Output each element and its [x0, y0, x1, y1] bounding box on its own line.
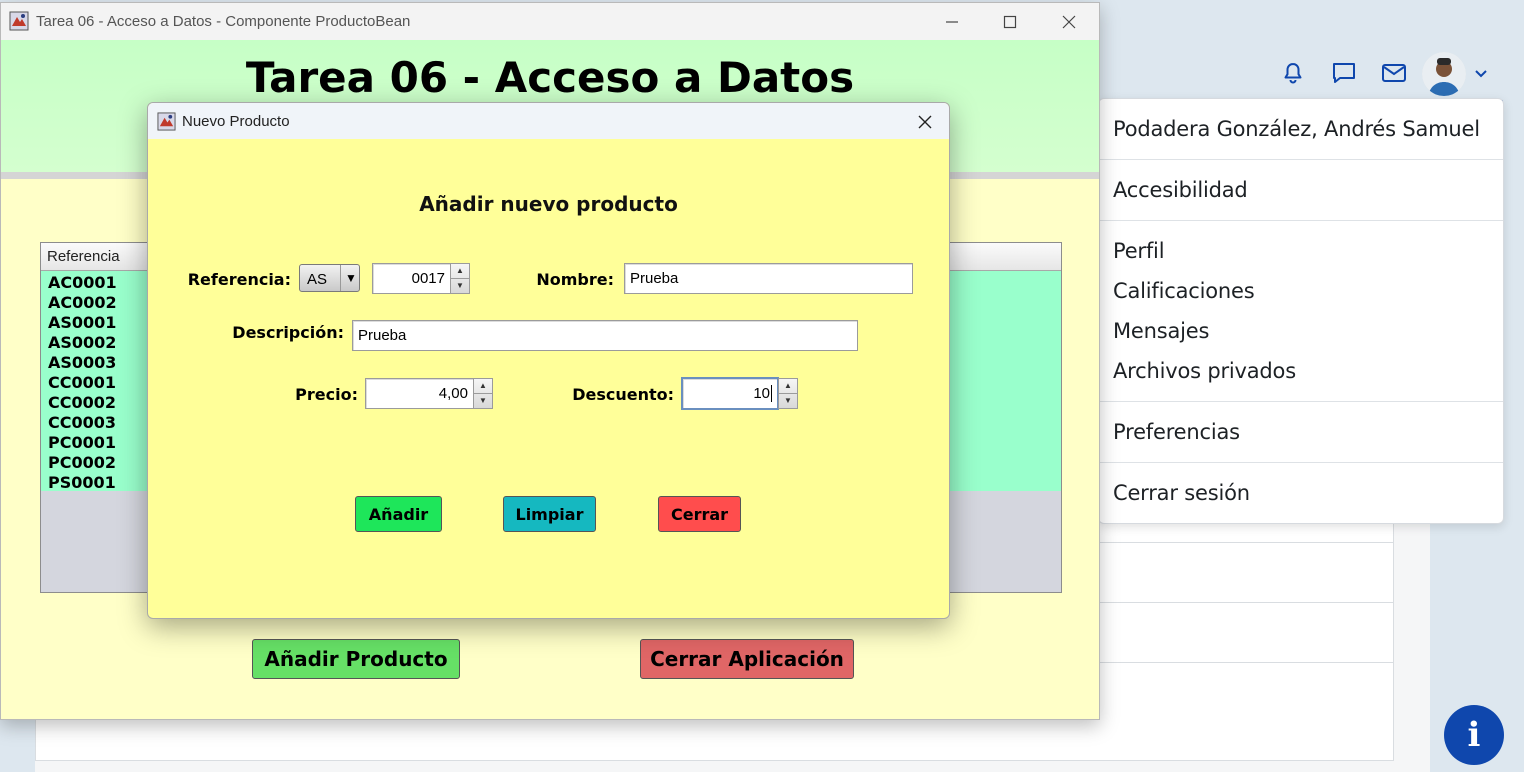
descripcion-label: Descripción: [232, 323, 344, 342]
precio-stepper[interactable]: ▲ ▼ [473, 378, 493, 409]
table-row[interactable]: AS0002 [48, 333, 116, 352]
referencia-number-field[interactable]: 0017 [372, 263, 451, 294]
menu-item-perfil[interactable]: Perfil [1113, 239, 1165, 263]
new-product-dialog: Nuevo Producto Añadir nuevo producto Ref… [147, 102, 950, 619]
referencia-prefix-select[interactable]: AS ▼ [299, 264, 360, 292]
table-row[interactable]: CC0002 [48, 393, 116, 412]
stepper-down-icon[interactable]: ▼ [474, 394, 492, 409]
mail-icon[interactable] [1381, 60, 1407, 86]
minimize-icon[interactable] [923, 3, 981, 40]
close-icon[interactable] [912, 109, 938, 135]
dialog-title: Nuevo Producto [182, 113, 290, 130]
table-row[interactable]: AC0001 [48, 273, 117, 292]
stepper-up-icon[interactable]: ▲ [451, 264, 469, 279]
precio-value: 4,00 [438, 385, 468, 402]
dialog-heading: Añadir nuevo producto [419, 192, 678, 216]
dialog-titlebar[interactable]: Nuevo Producto [148, 103, 949, 139]
stepper-up-icon[interactable]: ▲ [474, 379, 492, 394]
app-icon [9, 11, 29, 31]
chevron-down-icon[interactable]: ▼ [340, 265, 361, 291]
table-row[interactable]: AS0001 [48, 313, 116, 332]
window-title: Tarea 06 - Acceso a Datos - Componente P… [36, 13, 411, 30]
descuento-label: Descuento: [572, 385, 674, 404]
menu-item-archivos-privados[interactable]: Archivos privados [1113, 359, 1296, 383]
referencia-number-stepper[interactable]: ▲ ▼ [450, 263, 470, 294]
page-title: Tarea 06 - Acceso a Datos [245, 53, 855, 102]
stepper-down-icon[interactable]: ▼ [451, 279, 469, 294]
precio-field[interactable]: 4,00 [365, 378, 474, 409]
descuento-value: 10 [753, 385, 770, 402]
text-cursor [771, 385, 772, 402]
descripcion-value: Prueba [358, 327, 407, 344]
stepper-down-icon[interactable]: ▼ [779, 394, 797, 409]
menu-item-preferencias[interactable]: Preferencias [1113, 420, 1240, 444]
app-icon [157, 112, 176, 131]
web-content-bottom [35, 718, 1393, 761]
table-row[interactable]: AC0002 [48, 293, 117, 312]
menu-divider [1099, 159, 1503, 160]
main-titlebar[interactable]: Tarea 06 - Acceso a Datos - Componente P… [1, 3, 1099, 40]
chevron-down-icon[interactable] [1474, 66, 1488, 80]
column-header-referencia[interactable]: Referencia [47, 248, 120, 265]
table-row[interactable]: PC0001 [48, 433, 116, 452]
avatar[interactable] [1422, 52, 1466, 96]
menu-item-accesibilidad[interactable]: Accesibilidad [1113, 178, 1248, 202]
clear-button[interactable]: Limpiar [503, 496, 596, 532]
menu-divider [1099, 462, 1503, 463]
user-menu-dropdown: Podadera González, Andrés Samuel Accesib… [1098, 98, 1504, 524]
table-row[interactable]: AS0003 [48, 353, 116, 372]
descripcion-field[interactable]: Prueba [352, 320, 858, 351]
info-icon[interactable]: i [1444, 705, 1504, 765]
nombre-label: Nombre: [536, 270, 614, 289]
user-menu-name[interactable]: Podadera González, Andrés Samuel [1113, 117, 1480, 141]
nombre-field[interactable]: Prueba [624, 263, 913, 294]
referencia-number-value: 0017 [411, 270, 445, 287]
add-button[interactable]: Añadir [355, 496, 442, 532]
close-application-button[interactable]: Cerrar Aplicación [640, 639, 854, 679]
stepper-up-icon[interactable]: ▲ [779, 379, 797, 394]
menu-item-cerrar-sesion[interactable]: Cerrar sesión [1113, 481, 1250, 505]
precio-label: Precio: [295, 385, 358, 404]
table-row[interactable]: PC0002 [48, 453, 116, 472]
menu-item-calificaciones[interactable]: Calificaciones [1113, 279, 1255, 303]
menu-item-mensajes[interactable]: Mensajes [1113, 319, 1209, 343]
chat-icon[interactable] [1331, 60, 1357, 86]
table-row[interactable]: CC0001 [48, 373, 116, 392]
maximize-icon[interactable] [981, 3, 1039, 40]
descuento-stepper[interactable]: ▲ ▼ [778, 378, 798, 409]
nombre-value: Prueba [630, 270, 679, 287]
referencia-prefix-value: AS [307, 271, 328, 288]
menu-divider [1099, 401, 1503, 402]
menu-divider [1099, 220, 1503, 221]
descuento-field[interactable]: 10 [681, 377, 779, 410]
close-button[interactable]: Cerrar [658, 496, 741, 532]
bell-icon[interactable] [1280, 60, 1306, 86]
table-row[interactable]: PS0001 [48, 473, 116, 492]
table-row[interactable]: CC0003 [48, 413, 116, 432]
close-icon[interactable] [1040, 3, 1098, 40]
add-product-button[interactable]: Añadir Producto [252, 639, 460, 679]
referencia-label: Referencia: [187, 270, 291, 289]
